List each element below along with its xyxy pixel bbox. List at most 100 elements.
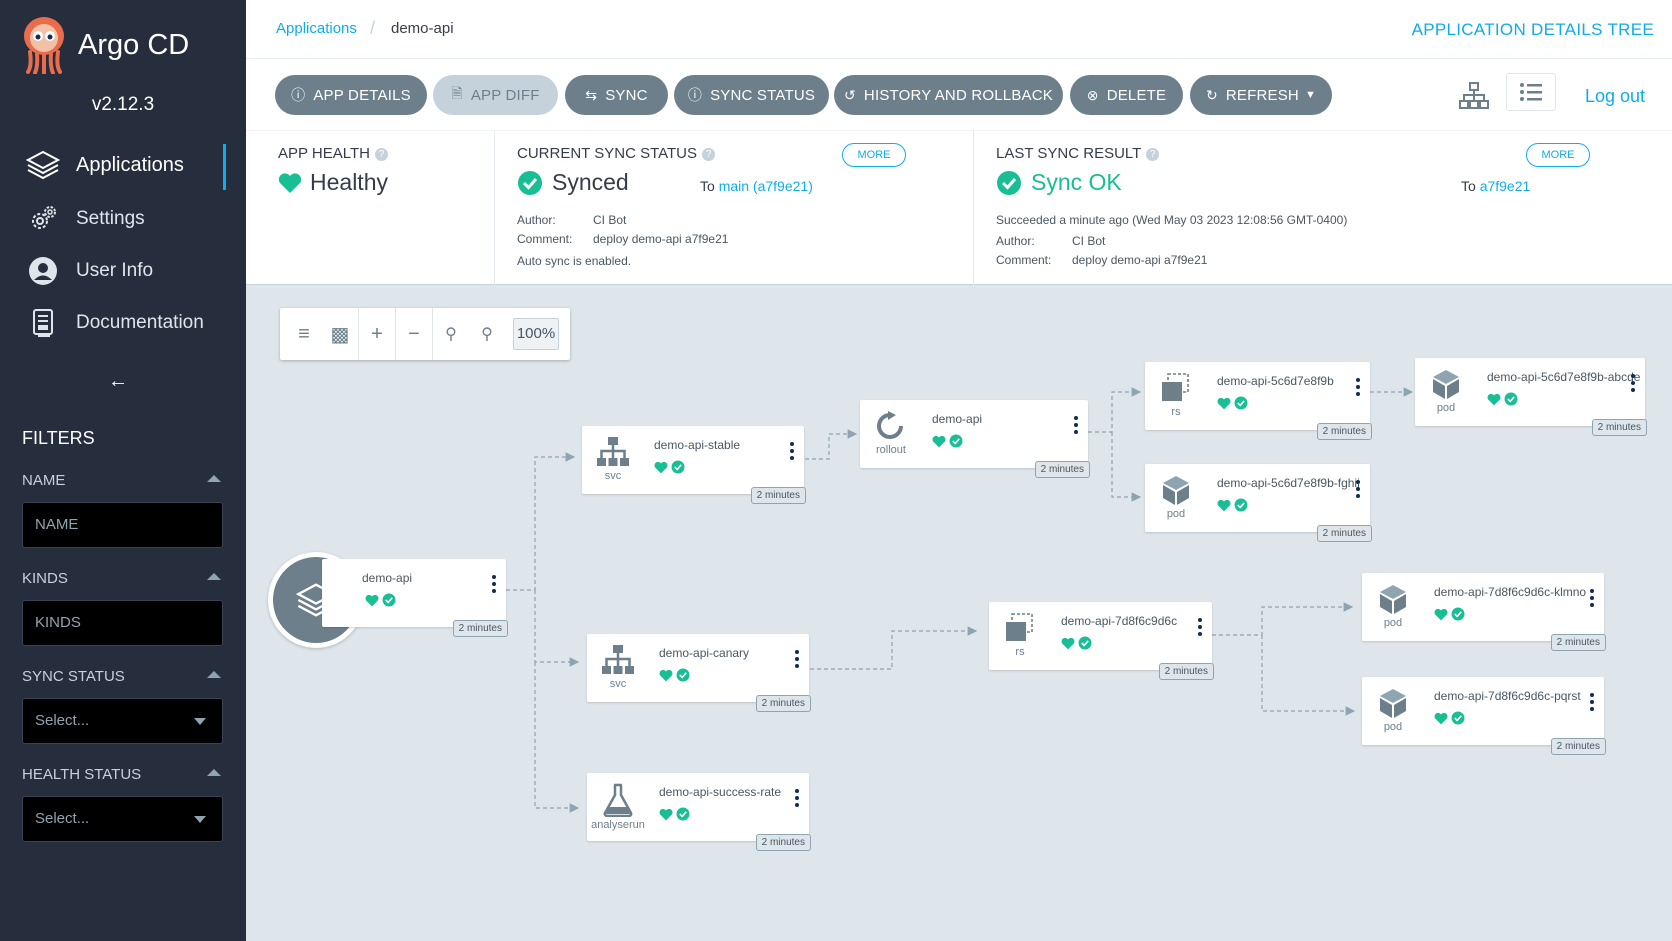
minus-icon[interactable]: − — [396, 323, 432, 346]
node-age: 2 minutes — [755, 695, 811, 712]
node-kind: rs — [1015, 646, 1025, 658]
replicaset-icon — [1162, 373, 1189, 401]
node-age: 2 minutes — [1034, 461, 1090, 478]
node-menu-icon[interactable] — [492, 575, 496, 596]
plus-icon[interactable]: + — [359, 323, 395, 346]
graph-toolbar: ≡ ▩ + − ⚲ ⚲ 100% — [280, 308, 570, 360]
node-name: demo-api-canary — [659, 646, 750, 660]
node-name: demo-api — [362, 571, 413, 585]
node-menu-icon[interactable] — [1356, 378, 1360, 399]
node-age: 2 minutes — [1591, 419, 1647, 436]
check-circle-icon — [676, 668, 690, 682]
node-menu-icon[interactable] — [790, 442, 794, 463]
health-sync-status — [1434, 711, 1465, 725]
health-sync-status — [1487, 392, 1518, 406]
rollout-icon — [877, 411, 903, 439]
zoom-out-icon[interactable]: ⚲ — [469, 324, 505, 344]
health-sync-status — [932, 434, 963, 448]
zoom-in-icon[interactable]: ⚲ — [433, 324, 469, 344]
node-menu-icon[interactable] — [1631, 374, 1635, 395]
pod-cube-icon — [1380, 585, 1406, 614]
check-circle-icon — [949, 434, 963, 448]
resource-node-pod-abcde[interactable]: pod demo-api-5c6d7e8f9b-abcde 2 minutes — [1415, 358, 1647, 436]
resource-node-pod-fghij[interactable]: pod demo-api-5c6d7e8f9b-fghij 2 minutes — [1145, 464, 1372, 542]
pod-cube-icon — [1433, 370, 1459, 399]
resource-node-rs-stable[interactable]: rs demo-api-5c6d7e8f9b 2 minutes — [1145, 362, 1372, 440]
check-circle-icon — [1504, 392, 1518, 406]
check-circle-icon — [1451, 607, 1465, 621]
heart-icon — [659, 808, 673, 820]
health-sync-status — [1061, 636, 1092, 650]
check-circle-icon — [671, 460, 685, 474]
heart-icon — [1061, 637, 1075, 649]
align-left-icon[interactable]: ≡ — [286, 323, 322, 346]
service-icon — [597, 437, 629, 466]
heart-icon — [365, 594, 379, 606]
node-kind: pod — [1383, 721, 1403, 733]
health-sync-status — [365, 593, 396, 607]
node-age: 2 minutes — [1316, 525, 1372, 542]
check-circle-icon — [676, 807, 690, 821]
node-menu-icon[interactable] — [795, 650, 799, 671]
heart-icon — [659, 669, 673, 681]
node-age: 2 minutes — [452, 620, 508, 637]
node-name: demo-api-7d8f6c9d6c — [1061, 614, 1178, 628]
node-kind: svc — [609, 678, 627, 690]
heart-icon — [1434, 608, 1448, 620]
check-circle-icon — [1234, 396, 1248, 410]
node-kind: pod — [1166, 508, 1186, 520]
resource-node-pod-klmno[interactable]: pod demo-api-7d8f6c9d6c-klmno 2 minutes — [1362, 573, 1606, 651]
node-menu-icon[interactable] — [1356, 480, 1360, 501]
check-circle-icon — [1234, 498, 1248, 512]
node-kind: analyserun — [591, 819, 645, 831]
health-sync-status — [659, 807, 690, 821]
health-sync-status — [1217, 498, 1248, 512]
heart-icon — [1487, 393, 1501, 405]
node-age: 2 minutes — [755, 834, 811, 851]
node-name: demo-api-stable — [654, 438, 741, 452]
node-kind: rollout — [876, 444, 906, 456]
node-age: 2 minutes — [1550, 634, 1606, 651]
node-name: demo-api-5c6d7e8f9b-abcde — [1487, 370, 1641, 384]
node-kind: rs — [1171, 406, 1181, 418]
resource-node-svc-canary[interactable]: svc demo-api-canary 2 minutes — [587, 634, 811, 712]
node-name: demo-api-7d8f6c9d6c-klmno — [1434, 585, 1587, 599]
health-sync-status — [659, 668, 690, 682]
check-circle-icon — [1078, 636, 1092, 650]
node-menu-icon[interactable] — [1590, 589, 1594, 610]
heart-icon — [1434, 712, 1448, 724]
resource-node-rs-canary[interactable]: rs demo-api-7d8f6c9d6c 2 minutes — [989, 602, 1214, 680]
check-circle-icon — [382, 593, 396, 607]
heart-icon — [932, 435, 946, 447]
node-menu-icon[interactable] — [1590, 693, 1594, 714]
heart-icon — [654, 461, 668, 473]
resource-node-analysisrun[interactable]: analyserun demo-api-success-rate 2 minut… — [587, 773, 811, 851]
health-sync-status — [1217, 396, 1248, 410]
node-menu-icon[interactable] — [1198, 618, 1202, 639]
flask-icon — [603, 783, 633, 817]
node-age: 2 minutes — [1316, 423, 1372, 440]
app-node[interactable]: demo-api 2 minutes — [322, 559, 508, 637]
replicaset-icon — [1006, 613, 1033, 641]
resource-node-pod-pqrst[interactable]: pod demo-api-7d8f6c9d6c-pqrst 2 minutes — [1362, 677, 1606, 755]
graph-edges — [506, 387, 1414, 813]
pod-cube-icon — [1163, 476, 1189, 505]
service-icon — [602, 645, 634, 674]
node-age: 2 minutes — [750, 487, 806, 504]
node-kind: pod — [1383, 617, 1403, 629]
node-kind: pod — [1436, 402, 1456, 414]
image-icon[interactable]: ▩ — [322, 322, 358, 347]
resource-node-svc-stable[interactable]: svc demo-api-stable 2 minutes — [582, 426, 806, 504]
node-name: demo-api-success-rate — [659, 785, 782, 799]
node-kind: svc — [604, 470, 622, 482]
pod-cube-icon — [1380, 689, 1406, 718]
node-name: demo-api — [932, 412, 983, 426]
check-circle-icon — [1451, 711, 1465, 725]
resource-node-rollout[interactable]: rollout demo-api 2 minutes — [860, 400, 1090, 478]
node-menu-icon[interactable] — [795, 789, 799, 810]
node-menu-icon[interactable] — [1074, 416, 1078, 437]
zoom-level: 100% — [513, 318, 559, 350]
heart-icon — [1217, 397, 1231, 409]
health-sync-status — [1434, 607, 1465, 621]
node-name: demo-api-7d8f6c9d6c-pqrst — [1434, 689, 1581, 703]
